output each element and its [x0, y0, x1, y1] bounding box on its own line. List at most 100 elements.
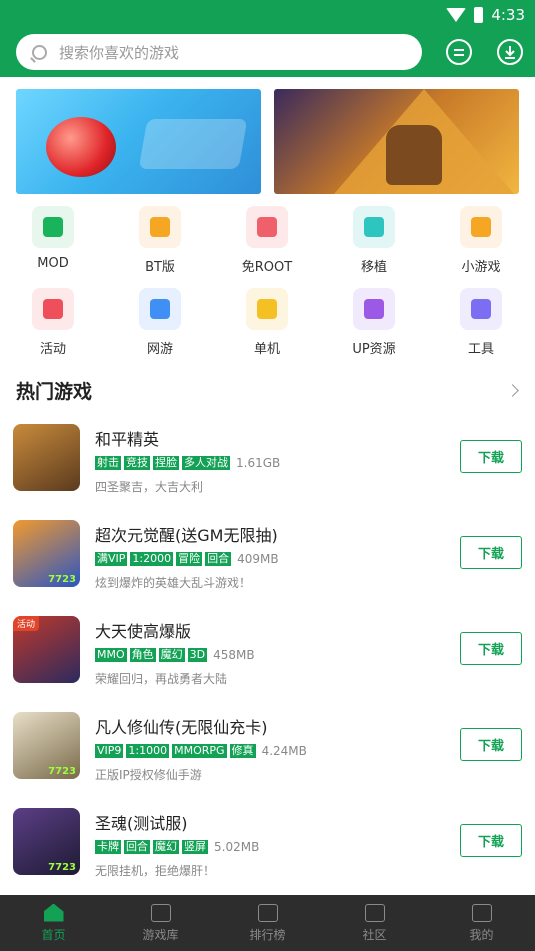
- download-button[interactable]: 下载: [460, 536, 522, 569]
- banner-fruit-game[interactable]: [16, 89, 261, 194]
- game-tag: 角色: [129, 648, 156, 662]
- game-description: 四圣聚吉，大吉大利: [95, 480, 204, 494]
- game-size: 5.02MB: [214, 840, 260, 854]
- game-tags: 射击 竞技 捏脸 多人对战 1.61GB: [95, 456, 280, 470]
- tab-3[interactable]: 社区: [321, 895, 428, 951]
- game-tag: 捏脸: [153, 456, 179, 470]
- game-tag: MMO: [95, 648, 127, 662]
- gamepad-icon: [246, 288, 288, 330]
- category-工具[interactable]: 工具: [441, 288, 521, 357]
- thumb-watermark: 7723: [48, 766, 76, 777]
- category-label: 工具: [467, 342, 494, 357]
- star-icon: [32, 288, 74, 330]
- category-label: BT版: [145, 260, 175, 275]
- tab-4[interactable]: 我的: [428, 895, 535, 951]
- hourglass-icon: [139, 206, 181, 248]
- game-name: 和平精英: [95, 430, 160, 449]
- tab-1[interactable]: 游戏库: [107, 895, 214, 951]
- category-label: UP资源: [352, 342, 396, 357]
- game-row[interactable]: 7723 圣魂(测试服) 卡牌 回合 魔幻 竖屏 5.02MB 无限挂机，拒绝爆肝！ 下载: [0, 808, 535, 904]
- category-单机[interactable]: 单机: [227, 288, 307, 357]
- download-button[interactable]: 下载: [460, 632, 522, 665]
- download-button[interactable]: 下载: [460, 440, 522, 473]
- game-tag: 竞技: [124, 456, 150, 470]
- wifi-icon: [446, 8, 467, 22]
- game-tag: 多人对战: [182, 456, 230, 470]
- lock-icon: [32, 206, 74, 248]
- thumb-watermark: 7723: [48, 574, 76, 585]
- game-tag: 回合: [124, 840, 150, 854]
- game-tag: 修真: [229, 744, 256, 758]
- game-icon: [13, 424, 80, 491]
- game-description: 无限挂机，拒绝爆肝！: [95, 864, 216, 878]
- tab-label: 游戏库: [142, 927, 179, 942]
- game-tags: MMO 角色 魔幻 3D 458MB: [95, 648, 255, 662]
- game-tags: 卡牌 回合 魔幻 竖屏 5.02MB: [95, 840, 259, 854]
- game-icon: 7723: [13, 520, 80, 587]
- game-description: 正版IP授权修仙手游: [95, 768, 202, 782]
- game-description: 荣耀回归，再战勇者大陆: [95, 672, 228, 686]
- game-row[interactable]: 活动 大天使高爆版 MMO 角色 魔幻 3D 458MB 荣耀回归，再战勇者大陆 下载: [0, 616, 535, 712]
- category-label: MOD: [37, 256, 69, 271]
- game-icon: 7723: [13, 712, 80, 779]
- category-小游戏[interactable]: 小游戏: [441, 206, 521, 275]
- game-tag: 回合: [205, 552, 232, 566]
- app-header: 4:33 搜索你喜欢的游戏: [0, 0, 535, 77]
- toolbox-icon: [460, 288, 502, 330]
- category-label: 活动: [39, 342, 66, 357]
- promo-badge: 活动: [13, 616, 40, 631]
- search-input[interactable]: 搜索你喜欢的游戏: [16, 34, 422, 70]
- category-label: 免ROOT: [241, 260, 293, 275]
- game-tag: 冒险: [176, 552, 203, 566]
- gamepad-icon: [150, 903, 171, 922]
- game-tag: 3D: [187, 648, 208, 662]
- game-name: 大天使高爆版: [95, 622, 192, 641]
- share-icon: [353, 288, 395, 330]
- game-icon: 7723: [13, 808, 80, 875]
- shield-icon: [246, 206, 288, 248]
- category-mod[interactable]: MOD: [13, 206, 93, 271]
- game-tag: 射击: [95, 456, 121, 470]
- clock: 4:33: [491, 6, 525, 24]
- game-tag: 魔幻: [158, 648, 185, 662]
- category-移植[interactable]: 移植: [334, 206, 414, 275]
- tab-2[interactable]: 排行榜: [214, 895, 321, 951]
- download-button[interactable]: 下载: [460, 728, 522, 761]
- tab-label: 社区: [362, 927, 387, 942]
- game-tags: VIP9 1:1000 MMORPG 修真 4.24MB: [95, 744, 307, 758]
- bottom-tab-bar: 首页 游戏库 排行榜 社区 我的: [0, 895, 535, 951]
- game-row[interactable]: 7723 超次元觉醒(送GM无限抽) 满VIP 1:2000 冒险 回合 409MB 炫到爆炸…: [0, 520, 535, 616]
- download-button[interactable]: 下载: [460, 824, 522, 857]
- category-label: 移植: [360, 260, 387, 275]
- game-name: 圣魂(测试服): [95, 814, 188, 833]
- category-up资源[interactable]: UP资源: [334, 288, 414, 357]
- tab-label: 我的: [469, 927, 494, 942]
- game-size: 458MB: [213, 648, 255, 662]
- pacman-icon: [460, 206, 502, 248]
- category-免root[interactable]: 免ROOT: [227, 206, 307, 275]
- category-活动[interactable]: 活动: [13, 288, 93, 357]
- game-tag: 魔幻: [153, 840, 179, 854]
- message-icon[interactable]: [446, 39, 472, 65]
- game-row[interactable]: 7723 凡人修仙传(无限仙充卡) VIP9 1:1000 MMORPG 修真 4.24MB…: [0, 712, 535, 808]
- category-bt版[interactable]: BT版: [120, 206, 200, 275]
- banner-block-world[interactable]: [274, 89, 519, 194]
- game-name: 超次元觉醒(送GM无限抽): [95, 526, 278, 545]
- tab-label: 排行榜: [249, 927, 286, 942]
- network-icon: [139, 288, 181, 330]
- chevron-right-icon[interactable]: [506, 384, 519, 397]
- game-size: 409MB: [237, 552, 279, 566]
- chart-icon: [257, 903, 278, 922]
- game-size: 4.24MB: [261, 744, 307, 758]
- thumb-watermark: 7723: [48, 862, 76, 873]
- game-tag: 1:1000: [126, 744, 170, 758]
- game-description: 炫到爆炸的英雄大乱斗游戏！: [95, 576, 252, 590]
- game-row[interactable]: 和平精英射击 竞技 捏脸 多人对战 1.61GB 四圣聚吉，大吉大利 下载: [0, 424, 535, 520]
- tab-0[interactable]: 首页: [0, 895, 107, 951]
- category-网游[interactable]: 网游: [120, 288, 200, 357]
- category-label: 小游戏: [461, 260, 501, 275]
- grid-icon: [364, 903, 385, 922]
- joystick-icon: [353, 206, 395, 248]
- download-manager-icon[interactable]: [497, 39, 523, 65]
- status-bar: 4:33: [446, 6, 525, 24]
